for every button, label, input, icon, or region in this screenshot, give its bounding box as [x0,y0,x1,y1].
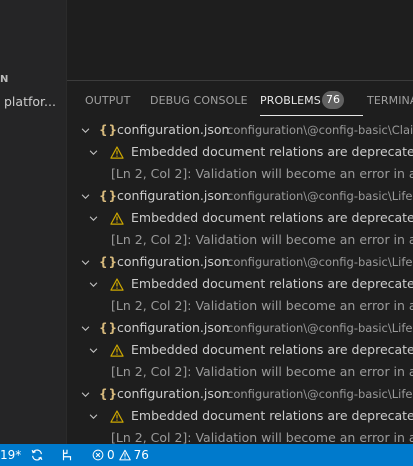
sync-icon[interactable] [30,448,44,462]
status-error-count: 0 [107,448,115,462]
json-braces-icon: {} [99,255,119,269]
status-warning-count: 76 [133,448,149,462]
file-path: configuration\@config-basic\LifeCla [227,189,413,203]
file-name: configuration.json [117,188,230,203]
file-path: configuration\@config-basic\LifeCla [227,255,413,269]
problem-detail: [Ln 2, Col 2]: Validation will become an… [111,166,413,181]
problem-detail: [Ln 2, Col 2]: Validation will become an… [111,298,413,313]
problem-detail-row[interactable]: [Ln 2, Col 2]: Validation will become an… [67,163,413,185]
chevron-down-icon[interactable] [87,273,99,295]
tab-output[interactable]: OUTPUT [85,94,130,107]
panel-tabs: OUTPUT DEBUG CONSOLE PROBLEMS 76 TERMINA… [67,81,413,119]
file-path: configuration\@config-basic\LifeCla [227,321,413,335]
warning-triangle-icon [118,449,131,461]
status-branch[interactable]: 19* [0,444,21,466]
tab-problems[interactable]: PROBLEMS [260,94,363,116]
problem-file-row[interactable]: {} configuration.json configuration\@con… [67,383,413,405]
json-braces-icon: {} [99,189,119,203]
problem-detail: [Ln 2, Col 2]: Validation will become an… [111,232,413,247]
problem-warning-row[interactable]: Embedded document relations are deprecat… [67,339,413,361]
warning-message: Embedded document relations are deprecat… [131,210,413,225]
problem-file-row[interactable]: {} configuration.json configuration\@con… [67,119,413,141]
file-path: configuration\@config-basic\LifeCla [227,387,413,401]
status-problems[interactable]: 0 76 [92,444,153,466]
problem-warning-row[interactable]: Embedded document relations are deprecat… [67,207,413,229]
problems-list: {} configuration.json configuration\@con… [67,119,413,445]
file-path: configuration\@config-basic\Claim\ [227,123,413,137]
file-name: configuration.json [117,386,230,401]
problem-file-row[interactable]: {} configuration.json configuration\@con… [67,185,413,207]
chevron-down-icon[interactable] [79,185,91,207]
problem-warning-row[interactable]: Embedded document relations are deprecat… [67,141,413,163]
json-braces-icon: {} [99,321,119,335]
problem-detail-row[interactable]: [Ln 2, Col 2]: Validation will become an… [67,361,413,383]
sidebar-section-header[interactable]: N [0,74,8,85]
warning-triangle-icon [110,410,124,423]
bottom-panel: OUTPUT DEBUG CONSOLE PROBLEMS 76 TERMINA… [67,80,413,445]
chevron-down-icon[interactable] [87,339,99,361]
warning-triangle-icon [110,344,124,357]
status-bar: 19* 0 76 [0,444,413,466]
tab-terminal[interactable]: TERMINAL [367,94,413,107]
file-name: configuration.json [117,254,230,269]
chevron-down-icon[interactable] [87,405,99,427]
warning-message: Embedded document relations are deprecat… [131,408,413,423]
chevron-down-icon[interactable] [79,317,91,339]
sidebar: N platfor... [0,0,67,444]
warning-message: Embedded document relations are deprecat… [131,342,413,357]
error-circle-icon [92,449,104,461]
chevron-down-icon[interactable] [87,207,99,229]
tab-debug-console[interactable]: DEBUG CONSOLE [150,94,248,107]
warning-message: Embedded document relations are deprecat… [131,276,413,291]
problem-detail-row[interactable]: [Ln 2, Col 2]: Validation will become an… [67,295,413,317]
file-name: configuration.json [117,320,230,335]
warning-triangle-icon [110,278,124,291]
editor-area [67,0,413,80]
problem-detail-row[interactable]: [Ln 2, Col 2]: Validation will become an… [67,229,413,251]
file-name: configuration.json [117,122,230,137]
chevron-down-icon[interactable] [79,251,91,273]
problem-detail: [Ln 2, Col 2]: Validation will become an… [111,430,413,445]
problem-warning-row[interactable]: Embedded document relations are deprecat… [67,273,413,295]
warning-triangle-icon [110,212,124,225]
problem-detail: [Ln 2, Col 2]: Validation will become an… [111,364,413,379]
problem-detail-row[interactable]: [Ln 2, Col 2]: Validation will become an… [67,427,413,445]
problems-count-badge: 76 [322,91,344,109]
warning-triangle-icon [110,146,124,159]
problem-file-row[interactable]: {} configuration.json configuration\@con… [67,317,413,339]
problem-file-row[interactable]: {} configuration.json configuration\@con… [67,251,413,273]
chevron-down-icon[interactable] [79,383,91,405]
chevron-down-icon[interactable] [87,141,99,163]
sidebar-item[interactable]: platfor... [4,94,64,109]
problem-warning-row[interactable]: Embedded document relations are deprecat… [67,405,413,427]
ports-icon[interactable] [60,448,74,462]
warning-message: Embedded document relations are deprecat… [131,144,413,159]
json-braces-icon: {} [99,387,119,401]
json-braces-icon: {} [99,123,119,137]
chevron-down-icon[interactable] [79,119,91,141]
